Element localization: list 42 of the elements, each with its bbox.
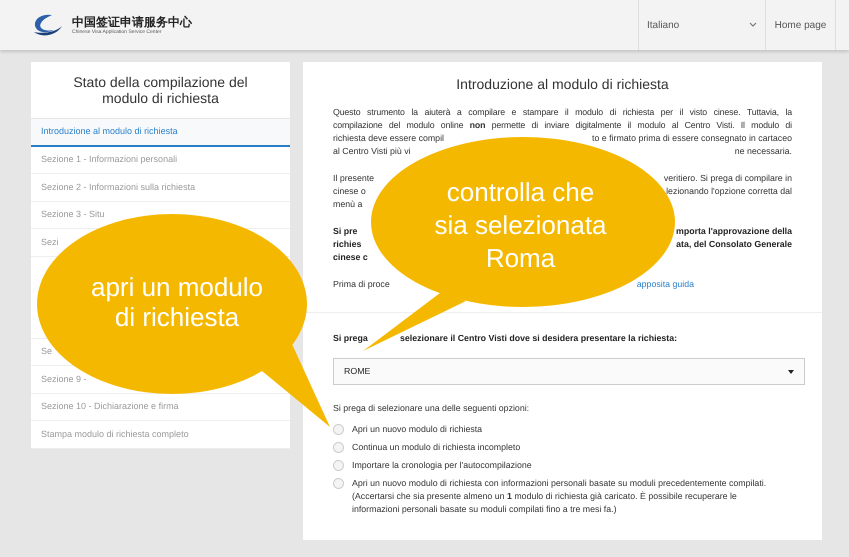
paragraph-fragment: lezionando l'opzione corretta dal	[666, 185, 792, 198]
caret-down-icon	[788, 370, 794, 374]
radio-button[interactable]	[333, 478, 344, 489]
paragraph-fragment: richies	[333, 238, 362, 251]
main-title: Introduzione al modulo di richiesta	[455, 74, 670, 94]
paragraph-fragment: al Centro Visti più vi	[333, 145, 411, 158]
paragraph-fragment: ata, del Consolato Generale	[676, 238, 792, 251]
option-label: Apri un nuovo modulo di richiesta	[352, 423, 484, 436]
paragraph-fragment: ne necessaria.	[734, 145, 792, 158]
paragraph-fragment: to e firmato prima di essere consegnato in cartaceo	[592, 132, 792, 145]
paragraph-fragment: mporta l'approvazione della	[676, 225, 792, 238]
sidebar-item[interactable]: Introduzione al modulo di richiesta	[31, 119, 290, 146]
paragraph-line: Questo strumento la aiuterà a compilare e stampare il modulo di richiesta per il visto cinese. Tuttavia, la	[333, 106, 792, 119]
prompt-fragment: Si prega	[333, 332, 369, 345]
options-label: Si prega di selezionare una delle seguenti opzioni:	[333, 402, 530, 415]
prompt-fragment: selezionare il Centro Visti dove si desidera presentare la richiesta:	[400, 332, 678, 345]
callout-text: apri un modulo di richiesta	[90, 272, 264, 332]
paragraph-fragment: richiesta deve essere compil	[333, 132, 444, 145]
language-select[interactable]: Italiano	[638, 0, 765, 50]
paragraph-fragment: menù a	[333, 198, 362, 211]
paragraph-fragment: cinese o	[333, 185, 366, 198]
radio-button[interactable]	[333, 460, 344, 471]
sidebar-item[interactable]: Sezione 2 - Informazioni sulla richiesta	[31, 174, 290, 202]
visa-center-select[interactable]: ROME	[333, 358, 805, 385]
radio-button[interactable]	[333, 424, 344, 435]
callout-text: controlla che sia selezionata Roma	[434, 176, 608, 275]
radio-button[interactable]	[333, 442, 344, 453]
paragraph-fragment: Prima di proce	[333, 278, 390, 291]
logo-title: 中国签证申请服务中心	[72, 14, 192, 28]
option-label: Importare la cronologia per l'autocompilazione	[352, 459, 533, 472]
paragraph-fragment: cinese c	[333, 251, 368, 264]
option-label: Continua un modulo di richiesta incompleto	[352, 441, 522, 454]
paragraph-fragment: veritiero. Si prega di compilare in	[664, 172, 792, 185]
chevron-down-icon	[749, 22, 757, 28]
home-page-link[interactable]: Home page	[765, 0, 835, 50]
paragraph-line: compilazione del modulo online non permette di inviare digitalmente il modulo al Centro Visti. Il modulo di	[333, 119, 792, 132]
option-label: Apri un nuovo modulo di richiesta con informazioni personali basate su moduli precedentemente compilati. (Accertarsi che sia presente almeno un 1 modulo di richiesta già caricato. È possibile recuperare le informazioni personali basate su moduli compilati fino a tre mesi fa.)	[352, 477, 768, 516]
paragraph-fragment: Il presente	[333, 172, 374, 185]
paragraph-fragment: Si pre	[333, 225, 358, 238]
sidebar-item[interactable]: Stampa modulo di richiesta completo	[31, 421, 290, 448]
guide-link[interactable]: apposita guida	[636, 278, 694, 291]
sidebar-item[interactable]: Sezione 1 - Informazioni personali	[31, 146, 290, 174]
